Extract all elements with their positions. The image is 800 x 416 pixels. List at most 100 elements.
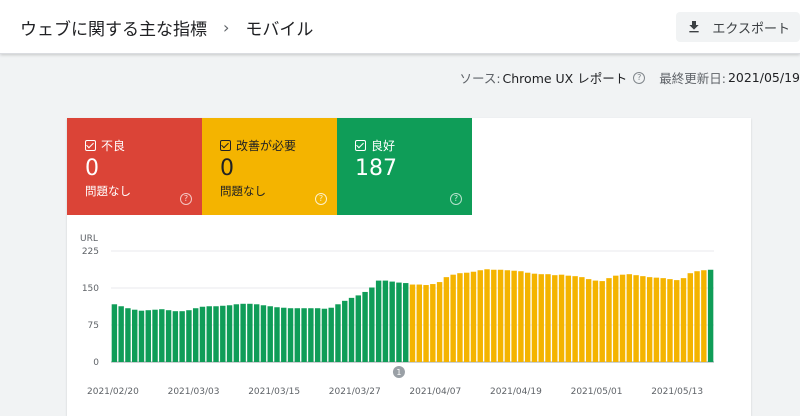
y-tick-label: 75 <box>88 321 99 331</box>
bar <box>443 277 450 362</box>
summary-card: 不良 0 問題なし ? 改善が必要 0 問題なし ? 良好 187 ? URL 0… <box>67 118 751 416</box>
report-info-bar: ソース: Chrome UX レポート ? 最終更新日: 2021/05/19 <box>0 55 800 99</box>
x-tick-label: 2021/02/20 <box>87 387 139 397</box>
tile-poor-label-row: 不良 <box>85 137 125 154</box>
bar <box>518 271 524 362</box>
tile-good[interactable]: 良好 187 ? <box>337 118 472 215</box>
bar <box>619 274 626 362</box>
bar <box>260 305 267 362</box>
help-icon[interactable]: ? <box>450 193 462 205</box>
export-button[interactable]: エクスポート <box>676 12 800 42</box>
tile-ni-count: 0 <box>220 156 234 181</box>
tile-poor-count: 0 <box>85 156 99 181</box>
bar <box>314 308 321 362</box>
page-title: モバイル <box>245 20 314 40</box>
bar <box>545 274 551 362</box>
help-icon[interactable]: ? <box>315 193 327 205</box>
bar <box>301 308 307 362</box>
bar <box>328 307 334 362</box>
bar <box>674 280 680 362</box>
bar <box>667 279 673 362</box>
tile-poor[interactable]: 不良 0 問題なし ? <box>67 118 202 215</box>
export-button-label: エクスポート <box>712 21 790 37</box>
bar <box>159 309 165 362</box>
bar <box>409 284 416 362</box>
bar <box>592 280 599 362</box>
bar <box>606 278 612 362</box>
bar <box>660 278 666 362</box>
tile-needs-improvement[interactable]: 改善が必要 0 問題なし ? <box>202 118 337 215</box>
bar <box>186 310 192 362</box>
bar <box>579 277 585 362</box>
updated-value: 2021/05/19 <box>727 70 800 85</box>
bar <box>308 308 314 362</box>
checkbox-icon[interactable] <box>220 140 231 151</box>
bar <box>220 305 226 362</box>
bar <box>294 308 301 362</box>
tile-good-label-row: 良好 <box>355 137 395 154</box>
bar <box>531 273 538 362</box>
bar <box>192 308 199 362</box>
bar <box>138 310 145 362</box>
bar <box>653 277 660 362</box>
bar <box>281 307 287 362</box>
bar <box>253 304 260 362</box>
bar <box>369 287 375 362</box>
bar <box>572 276 578 362</box>
bar <box>626 274 633 362</box>
breadcrumb-separator-icon: › <box>223 18 230 37</box>
tile-poor-sub: 問題なし <box>85 184 131 198</box>
bar <box>552 275 558 362</box>
bar <box>491 269 497 362</box>
bar <box>585 279 592 362</box>
bar <box>165 310 172 362</box>
bar <box>511 270 517 362</box>
bar <box>565 275 572 362</box>
bar <box>206 306 212 362</box>
help-icon[interactable]: ? <box>180 193 192 205</box>
x-tick-label: 2021/04/19 <box>490 387 542 397</box>
bar <box>152 309 158 362</box>
bar <box>348 297 355 362</box>
help-icon[interactable]: ? <box>633 71 646 84</box>
bar <box>707 269 714 362</box>
bar <box>145 310 151 362</box>
x-tick-label: 2021/05/13 <box>651 387 703 397</box>
x-tick-label: 2021/03/03 <box>168 387 220 397</box>
y-tick-label: 225 <box>82 247 99 257</box>
bar <box>687 273 693 362</box>
bar <box>701 270 707 362</box>
bar <box>633 275 639 362</box>
bar <box>287 308 294 362</box>
bar <box>267 306 273 362</box>
bar <box>450 274 456 362</box>
bar <box>423 285 429 362</box>
bar <box>362 291 368 362</box>
bar <box>111 304 118 362</box>
tile-ni-label-row: 改善が必要 <box>220 137 296 154</box>
bar <box>497 269 504 362</box>
y-tick-label: 150 <box>82 284 99 294</box>
bar <box>463 272 470 362</box>
source-info: ソース: Chrome UX レポート ? 最終更新日: 2021/05/19 <box>459 68 800 87</box>
breadcrumb-parent-link[interactable]: ウェブに関する主な指標 <box>20 15 207 40</box>
bar <box>504 270 511 362</box>
x-tick-label: 2021/03/27 <box>329 387 381 397</box>
bar <box>172 311 179 362</box>
bar <box>213 306 219 362</box>
tile-good-label: 良好 <box>371 139 396 153</box>
bar <box>233 304 240 362</box>
bar <box>430 284 436 362</box>
source-label: ソース: <box>459 71 501 86</box>
bar <box>199 306 206 362</box>
bar <box>240 303 246 362</box>
checkbox-icon[interactable] <box>85 140 96 151</box>
tile-good-count: 187 <box>355 156 397 181</box>
bar <box>355 295 362 362</box>
bar <box>396 282 402 362</box>
bar <box>342 300 348 362</box>
bar <box>436 282 443 362</box>
bar <box>484 269 490 362</box>
checkbox-icon[interactable] <box>355 140 366 151</box>
bar <box>613 275 619 362</box>
